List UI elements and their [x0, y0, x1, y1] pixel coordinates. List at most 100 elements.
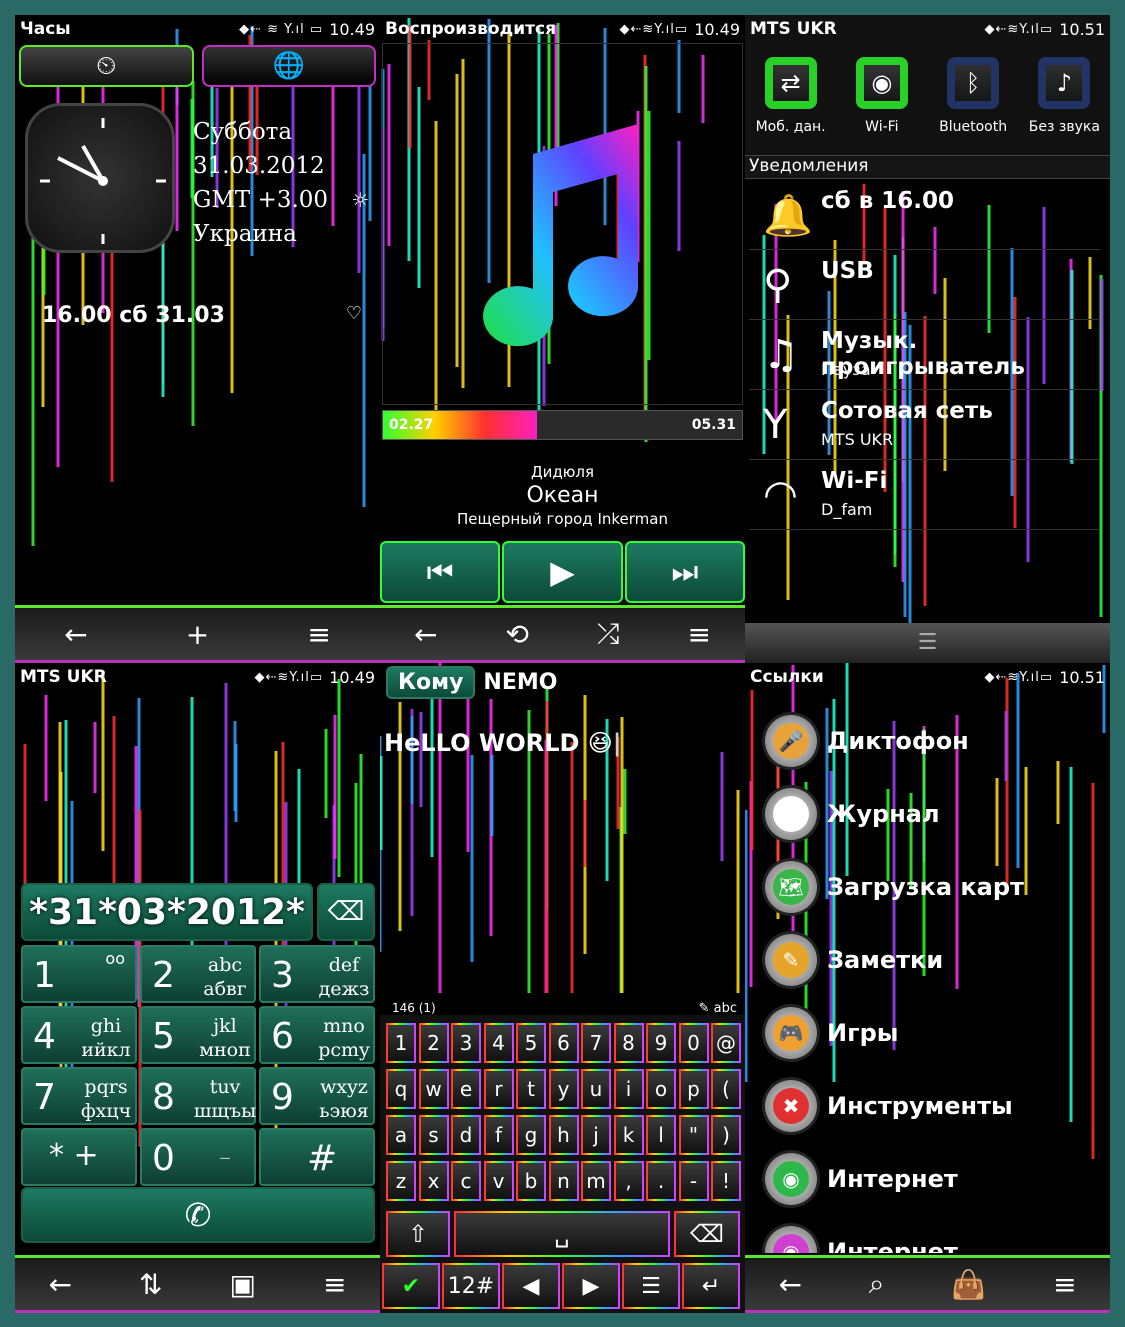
tab-alarm[interactable]: ⏲ [19, 45, 194, 87]
keyboard-key[interactable]: f [483, 1115, 514, 1155]
menu-icon[interactable]: ≡ [1053, 1268, 1076, 1301]
contacts-icon[interactable]: ▣ [230, 1268, 256, 1301]
store-bag-icon[interactable]: 👜 [951, 1268, 986, 1301]
link-item[interactable]: 🎤 Диктофон [765, 711, 969, 771]
notification-item[interactable]: Y Сотовая сеть MTS UKR [749, 390, 1100, 460]
keyboard-key[interactable]: u [581, 1069, 611, 1109]
keyboard-key[interactable]: q [386, 1069, 416, 1109]
keyboard-key[interactable]: l [646, 1115, 676, 1155]
keyboard-key[interactable]: c [451, 1161, 481, 1201]
toggle-item[interactable]: ⇄ Моб. дан. [748, 57, 834, 155]
keyboard-key[interactable]: a [386, 1115, 416, 1155]
keyboard-key[interactable]: ( [711, 1069, 741, 1109]
dial-key[interactable]: 2 abc абвг [140, 945, 256, 1003]
search-icon[interactable]: ⌕ [869, 1267, 885, 1301]
keyboard-key[interactable]: h [548, 1115, 579, 1155]
keyboard-key[interactable]: - [678, 1161, 709, 1201]
keyboard-key[interactable]: 9 [646, 1023, 676, 1063]
keyboard-key[interactable]: " [678, 1115, 709, 1155]
keyboard-key[interactable]: j [581, 1115, 611, 1155]
keyboard-key[interactable]: , [613, 1161, 644, 1201]
menu-icon[interactable]: ≡ [688, 618, 711, 651]
keyboard-key[interactable]: w [418, 1069, 449, 1109]
keyboard-key[interactable]: 8 [613, 1023, 644, 1063]
dial-key[interactable]: 8 tuv шщъы [140, 1067, 256, 1125]
keyboard-key[interactable]: b [516, 1161, 546, 1201]
link-item[interactable]: 🎮 Игры [765, 1003, 899, 1063]
call-log-icon[interactable]: ⇅ [139, 1268, 162, 1301]
numsym-key[interactable]: 12# [442, 1263, 500, 1309]
keyboard-key[interactable]: g [516, 1115, 546, 1155]
menu-icon[interactable]: ≡ [323, 1268, 346, 1301]
shift-key[interactable]: ⇧ [386, 1211, 450, 1257]
toggle-item[interactable]: ◉ Wi-Fi [839, 57, 925, 155]
notification-item[interactable]: ◠ Wi-Fi D_fam [749, 460, 1100, 530]
next-button[interactable]: ⏭ [624, 541, 745, 603]
keyboard-key[interactable]: p [678, 1069, 709, 1109]
dial-key[interactable]: 4 ghi ийкл [21, 1006, 137, 1064]
dial-key[interactable]: 7 pqrs фхцч [21, 1067, 137, 1125]
keyboard-key[interactable]: v [483, 1161, 514, 1201]
cursor-right-key[interactable]: ▶ [562, 1263, 620, 1309]
keyboard-key[interactable]: 0 [678, 1023, 709, 1063]
dial-key[interactable]: 9 wxyz ьэюя [259, 1067, 375, 1125]
keyboard-key[interactable]: 6 [548, 1023, 579, 1063]
link-item[interactable]: ⇅ Журнал [765, 784, 940, 844]
link-item[interactable]: ✖ Инструменты [765, 1076, 1013, 1136]
keyboard-key[interactable]: 1 [386, 1023, 416, 1063]
link-item[interactable]: ◉ Интернет [765, 1149, 958, 1209]
toggle-item[interactable]: ᛒ Bluetooth [930, 57, 1016, 155]
back-icon[interactable]: ← [64, 618, 87, 651]
add-icon[interactable]: + [186, 618, 209, 651]
tab-world-clock[interactable]: 🌐 [201, 45, 376, 87]
dial-key[interactable]: 1 oo [21, 945, 137, 1003]
toggle-item[interactable]: ♪ Без звука [1021, 57, 1107, 155]
keyboard-key[interactable]: i [613, 1069, 644, 1109]
back-icon[interactable]: ← [414, 618, 437, 651]
keyboard-key[interactable]: 3 [451, 1023, 481, 1063]
dial-key[interactable]: 6 mno pcmy [259, 1006, 375, 1064]
keyboard-key[interactable]: e [451, 1069, 481, 1109]
drag-handle[interactable]: ☰ [745, 623, 1110, 663]
notification-item[interactable]: ♫ Музык. проигрыватель Пауза [749, 320, 1100, 390]
dial-key[interactable]: 3 def дежз [259, 945, 375, 1003]
notification-item[interactable]: 🔔 сб в 16.00 [749, 180, 1100, 250]
play-button[interactable]: ▶ [502, 541, 623, 603]
progress-bar[interactable]: 02.27 05.31 [382, 410, 743, 440]
keyboard-key[interactable]: o [646, 1069, 676, 1109]
keyboard-key[interactable]: @ [711, 1023, 741, 1063]
done-key[interactable]: ✔ [382, 1263, 440, 1309]
keyboard-key[interactable]: 5 [516, 1023, 546, 1063]
keyboard-key[interactable]: z [386, 1161, 416, 1201]
alarm-time[interactable]: 16.00 сб 31.03 [42, 303, 225, 328]
notification-item[interactable]: ⚲ USB [749, 250, 1100, 320]
options-key[interactable]: ☰ [622, 1263, 680, 1309]
keyboard-key[interactable]: x [418, 1161, 449, 1201]
keyboard-key[interactable]: m [581, 1161, 611, 1201]
back-icon[interactable]: ← [778, 1268, 801, 1301]
dial-key[interactable]: 0 _ [140, 1128, 256, 1186]
previous-button[interactable]: ⏮ [380, 541, 501, 603]
shuffle-icon[interactable]: ⤮ [597, 617, 619, 651]
keyboard-key[interactable]: 2 [418, 1023, 449, 1063]
keyboard-key[interactable]: ) [711, 1115, 741, 1155]
keyboard-key[interactable]: y [548, 1069, 579, 1109]
enter-key[interactable]: ↵ [682, 1263, 740, 1309]
space-key[interactable]: ␣ [454, 1211, 670, 1257]
keyboard-key[interactable]: s [418, 1115, 449, 1155]
cursor-left-key[interactable]: ◀ [502, 1263, 560, 1309]
repeat-icon[interactable]: ⟲ [506, 618, 529, 651]
back-icon[interactable]: ← [49, 1268, 72, 1301]
call-button[interactable]: ✆ [21, 1187, 375, 1243]
keyboard-key[interactable]: t [516, 1069, 546, 1109]
keyboard-key[interactable]: d [451, 1115, 481, 1155]
keyboard-key[interactable]: 7 [581, 1023, 611, 1063]
menu-icon[interactable]: ≡ [307, 618, 330, 651]
link-item[interactable]: ✎ Заметки [765, 930, 943, 990]
keyboard-key[interactable]: 4 [483, 1023, 514, 1063]
keyboard-key[interactable]: . [646, 1161, 676, 1201]
keyboard-key[interactable]: n [548, 1161, 579, 1201]
keyboard-key[interactable]: k [613, 1115, 644, 1155]
link-item[interactable]: ◉ Интернет [765, 1222, 958, 1253]
keyboard-key[interactable]: r [483, 1069, 514, 1109]
